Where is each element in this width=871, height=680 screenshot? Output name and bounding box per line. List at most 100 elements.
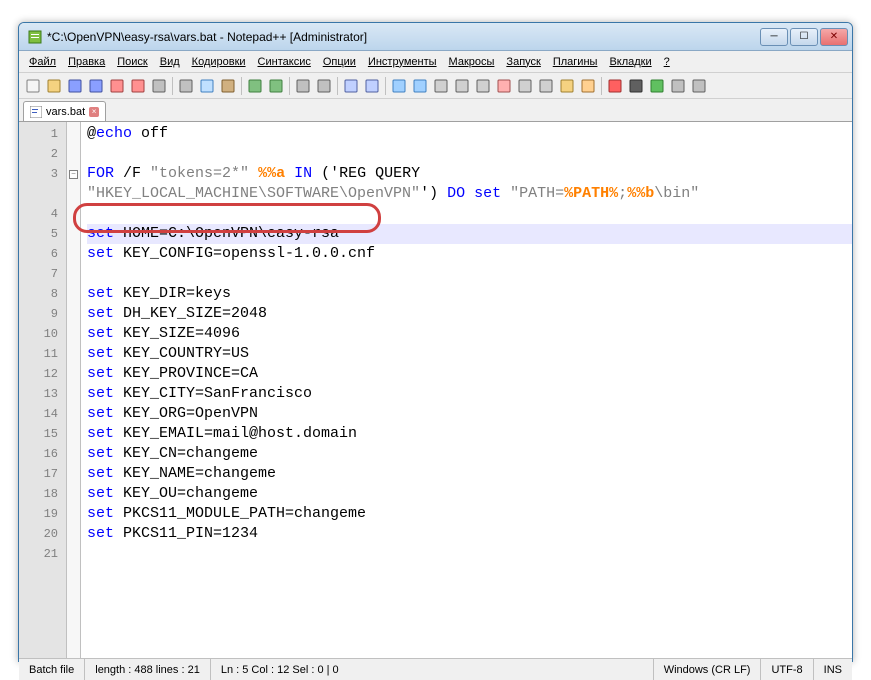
find-icon[interactable] (293, 76, 313, 96)
menu-инструменты[interactable]: Инструменты (362, 54, 443, 70)
undo-icon[interactable] (245, 76, 265, 96)
monitor-icon[interactable] (578, 76, 598, 96)
toolbar-separator (241, 77, 242, 95)
code-line[interactable]: set KEY_NAME=changeme (87, 464, 852, 484)
maximize-button[interactable]: ☐ (790, 28, 818, 46)
code-content[interactable]: @echo off FOR /F "tokens=2*" %%a IN ('RE… (81, 122, 852, 658)
fold-cell (67, 144, 80, 164)
save-macro-icon[interactable] (689, 76, 709, 96)
print-icon[interactable] (149, 76, 169, 96)
code-line[interactable] (87, 204, 852, 224)
fold-cell (67, 304, 80, 324)
save-all-icon[interactable] (86, 76, 106, 96)
line-number: 16 (19, 444, 66, 464)
menu-опции[interactable]: Опции (317, 54, 362, 70)
code-line[interactable] (87, 544, 852, 564)
stop-macro-icon[interactable] (626, 76, 646, 96)
line-number: 20 (19, 524, 66, 544)
menu-запуск[interactable]: Запуск (500, 54, 546, 70)
code-line[interactable]: set PKCS11_MODULE_PATH=changeme (87, 504, 852, 524)
indent-guide-icon[interactable] (473, 76, 493, 96)
code-line[interactable]: set KEY_COUNTRY=US (87, 344, 852, 364)
all-chars-icon[interactable] (452, 76, 472, 96)
new-file-icon[interactable] (23, 76, 43, 96)
fold-toggle-icon[interactable]: − (69, 170, 78, 179)
tab-close-icon[interactable]: × (89, 107, 99, 117)
file-tab[interactable]: vars.bat × (23, 101, 106, 121)
folder-view-icon[interactable] (557, 76, 577, 96)
menu-правка[interactable]: Правка (62, 54, 111, 70)
redo-icon[interactable] (266, 76, 286, 96)
menu-файл[interactable]: Файл (23, 54, 62, 70)
code-line[interactable]: set KEY_OU=changeme (87, 484, 852, 504)
menu-поиск[interactable]: Поиск (111, 54, 153, 70)
close-all-icon[interactable] (128, 76, 148, 96)
status-encoding[interactable]: UTF-8 (761, 659, 813, 680)
cut-icon[interactable] (176, 76, 196, 96)
save-icon[interactable] (65, 76, 85, 96)
code-line[interactable] (87, 264, 852, 284)
close-file-icon[interactable] (107, 76, 127, 96)
code-line[interactable]: set HOME=C:\OpenVPN\easy-rsa (87, 224, 852, 244)
toolbar (19, 73, 852, 99)
code-line[interactable]: set KEY_CN=changeme (87, 444, 852, 464)
app-icon (27, 29, 43, 45)
code-line[interactable]: set KEY_SIZE=4096 (87, 324, 852, 344)
zoom-out-icon[interactable] (362, 76, 382, 96)
code-line[interactable]: set KEY_PROVINCE=CA (87, 364, 852, 384)
status-insert-mode[interactable]: INS (814, 659, 852, 680)
titlebar[interactable]: *C:\OpenVPN\easy-rsa\vars.bat - Notepad+… (19, 23, 852, 51)
menu-вид[interactable]: Вид (154, 54, 186, 70)
code-line[interactable]: set KEY_DIR=keys (87, 284, 852, 304)
code-line[interactable]: set KEY_CONFIG=openssl-1.0.0.cnf (87, 244, 852, 264)
editor-area[interactable]: 123456789101112131415161718192021 − @ech… (19, 121, 852, 658)
fold-cell (67, 464, 80, 484)
record-macro-icon[interactable] (605, 76, 625, 96)
menu-макросы[interactable]: Макросы (443, 54, 501, 70)
paste-icon[interactable] (218, 76, 238, 96)
code-line[interactable] (87, 144, 852, 164)
menu-кодировки[interactable]: Кодировки (186, 54, 252, 70)
code-line[interactable]: set KEY_ORG=OpenVPN (87, 404, 852, 424)
menubar: ФайлПравкаПоискВидКодировкиСинтаксисОпци… (19, 51, 852, 73)
sync-h-icon[interactable] (410, 76, 430, 96)
func-list-icon[interactable] (536, 76, 556, 96)
play-macro-icon[interactable] (647, 76, 667, 96)
replace-icon[interactable] (314, 76, 334, 96)
menu-плагины[interactable]: Плагины (547, 54, 604, 70)
menu-вкладки[interactable]: Вкладки (603, 54, 657, 70)
line-number: 1 (19, 124, 66, 144)
tab-label: vars.bat (46, 106, 85, 118)
fold-margin: − (67, 122, 81, 658)
fold-cell (67, 364, 80, 384)
zoom-in-icon[interactable] (341, 76, 361, 96)
code-line[interactable]: @echo off (87, 124, 852, 144)
line-number: 18 (19, 484, 66, 504)
menu-?[interactable]: ? (658, 54, 676, 70)
run-macro-icon[interactable] (668, 76, 688, 96)
window-title: *C:\OpenVPN\easy-rsa\vars.bat - Notepad+… (47, 30, 760, 44)
line-number: 8 (19, 284, 66, 304)
word-wrap-icon[interactable] (431, 76, 451, 96)
copy-icon[interactable] (197, 76, 217, 96)
doc-map-icon[interactable] (515, 76, 535, 96)
sync-v-icon[interactable] (389, 76, 409, 96)
close-button[interactable]: ✕ (820, 28, 848, 46)
status-filetype: Batch file (19, 659, 85, 680)
code-line[interactable]: set KEY_EMAIL=mail@host.domain (87, 424, 852, 444)
code-line[interactable]: "HKEY_LOCAL_MACHINE\SOFTWARE\OpenVPN"') … (87, 184, 852, 204)
menu-синтаксис[interactable]: Синтаксис (252, 54, 317, 70)
fold-cell (67, 504, 80, 524)
code-line[interactable]: set KEY_CITY=SanFrancisco (87, 384, 852, 404)
code-line[interactable]: set PKCS11_PIN=1234 (87, 524, 852, 544)
code-line[interactable]: FOR /F "tokens=2*" %%a IN ('REG QUERY (87, 164, 852, 184)
open-file-icon[interactable] (44, 76, 64, 96)
minimize-button[interactable]: ─ (760, 28, 788, 46)
lang-icon[interactable] (494, 76, 514, 96)
status-eol[interactable]: Windows (CR LF) (654, 659, 762, 680)
fold-cell (67, 284, 80, 304)
code-line[interactable]: set DH_KEY_SIZE=2048 (87, 304, 852, 324)
fold-cell (67, 424, 80, 444)
line-number-gutter: 123456789101112131415161718192021 (19, 122, 67, 658)
line-number: 9 (19, 304, 66, 324)
